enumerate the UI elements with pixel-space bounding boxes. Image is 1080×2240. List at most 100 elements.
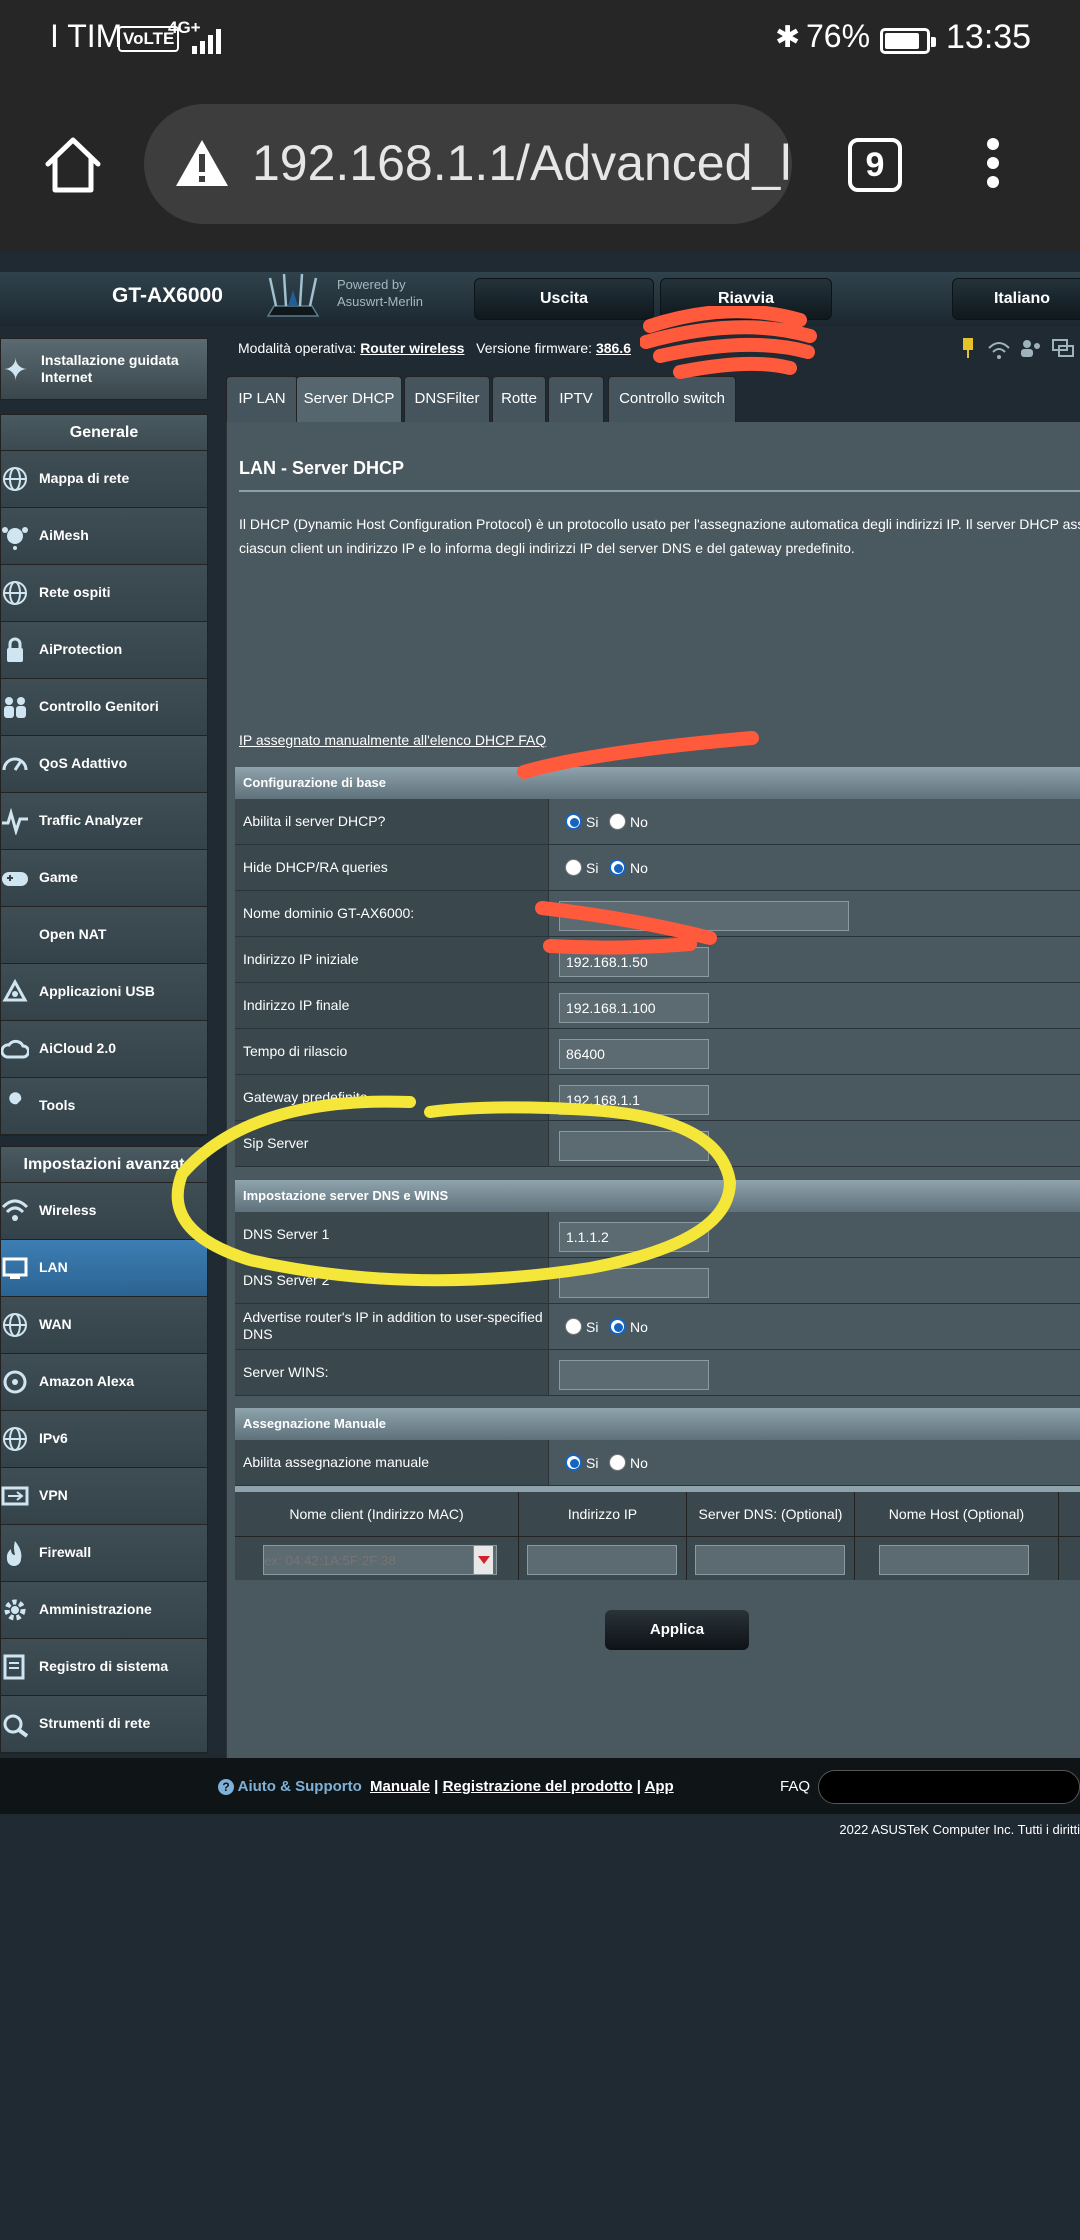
- radio-si[interactable]: Si: [565, 1454, 598, 1471]
- manual-link[interactable]: Manuale: [370, 1778, 430, 1795]
- bluetooth-icon: ✱: [775, 21, 801, 54]
- radio-button[interactable]: [609, 813, 626, 830]
- sidebar-item-open-nat[interactable]: Open NAT: [1, 907, 207, 964]
- browser-toolbar: 192.168.1.1/Advanced_l 9: [0, 82, 1080, 252]
- faq-search-input[interactable]: [818, 1770, 1080, 1804]
- field-value: Si No: [549, 1304, 1080, 1349]
- sidebar-item-traffic-analyzer[interactable]: Traffic Analyzer: [1, 793, 207, 850]
- page-description: Il DHCP (Dynamic Host Configuration Prot…: [239, 516, 1080, 556]
- radio-no[interactable]: No: [609, 859, 648, 876]
- client-ip-input[interactable]: [527, 1545, 677, 1575]
- field-label: Advertise router's IP in addition to use…: [235, 1304, 549, 1349]
- field-value: Si No: [549, 799, 1080, 844]
- more-options-icon[interactable]: [985, 138, 1001, 194]
- tab-ip-lan[interactable]: IP LAN: [226, 376, 298, 422]
- radio-button[interactable]: [565, 813, 582, 830]
- sidebar-item-game[interactable]: Game: [1, 850, 207, 907]
- sidebar-item-aiprotection[interactable]: AiProtection: [1, 622, 207, 679]
- radio-label: Si: [586, 859, 599, 876]
- sidebar-item-strumenti-di-rete[interactable]: Strumenti di rete: [1, 1696, 207, 1753]
- registration-link[interactable]: Registrazione del prodotto: [443, 1778, 633, 1795]
- radio-no[interactable]: No: [609, 1318, 648, 1335]
- sidebar-item-firewall[interactable]: Firewall: [1, 1525, 207, 1582]
- sidebar-item-ipv6[interactable]: IPv6: [1, 1411, 207, 1468]
- sidebar-item-label: AiProtection: [39, 641, 123, 657]
- radio-no[interactable]: No: [609, 813, 648, 830]
- form-row: Advertise router's IP in addition to use…: [235, 1304, 1080, 1350]
- sidebar-item-label: Tools: [39, 1097, 76, 1113]
- sidebar-item-vpn[interactable]: VPN: [1, 1468, 207, 1525]
- sidebar-item-qos-adattivo[interactable]: QoS Adattivo: [1, 736, 207, 793]
- sidebar-item-aimesh[interactable]: AiMesh: [1, 508, 207, 565]
- client-hostname-input[interactable]: [879, 1545, 1029, 1575]
- radio-button[interactable]: [565, 1454, 582, 1471]
- sidebar-item-rete-ospiti[interactable]: Rete ospiti: [1, 565, 207, 622]
- sidebar-item-label: Game: [39, 869, 78, 885]
- sidebar-item-aicloud-2-0[interactable]: AiCloud 2.0: [1, 1021, 207, 1078]
- home-icon[interactable]: [42, 134, 104, 196]
- signal-icon: [192, 46, 197, 54]
- sidebar-item-label: Applicazioni USB: [39, 983, 155, 999]
- lan-icon: [2, 1257, 28, 1279]
- faq-link[interactable]: IP assegnato manualmente all'elenco DHCP…: [239, 732, 546, 748]
- radio-si[interactable]: Si: [565, 859, 598, 876]
- warning-icon[interactable]: [174, 136, 230, 192]
- sidebar-item-amazon-alexa[interactable]: Amazon Alexa: [1, 1354, 207, 1411]
- form-row: Server WINS:: [235, 1350, 1080, 1396]
- radio-si[interactable]: Si: [565, 813, 598, 830]
- tab-dnsfilter[interactable]: DNSFilter: [404, 376, 490, 422]
- firmware-link[interactable]: 386.6: [596, 340, 631, 356]
- sidebar-general: Generale Mappa di rete AiMesh Rete ospiti A…: [0, 414, 208, 1136]
- sidebar-item-registro-di-sistema[interactable]: Registro di sistema: [1, 1639, 207, 1696]
- tab-rotte[interactable]: Rotte: [492, 376, 546, 422]
- radio-button[interactable]: [565, 1318, 582, 1335]
- url-bar[interactable]: 192.168.1.1/Advanced_l: [144, 104, 792, 224]
- cloud-icon: [1, 1039, 29, 1059]
- field-label: Hide DHCP/RA queries: [235, 845, 549, 890]
- url-text[interactable]: 192.168.1.1/Advanced_l: [252, 134, 791, 192]
- text-input[interactable]: [559, 1360, 709, 1390]
- dropdown-arrow-icon[interactable]: [473, 1546, 493, 1574]
- logout-button[interactable]: Uscita: [474, 278, 654, 320]
- sidebar-item-applicazioni-usb[interactable]: Applicazioni USB: [1, 964, 207, 1021]
- redaction-scribble: [535, 901, 717, 955]
- sidebar-item-qis[interactable]: ✦ Installazione guidata Internet: [0, 338, 208, 400]
- client-mac-select[interactable]: [263, 1545, 497, 1575]
- radio-si[interactable]: Si: [565, 1318, 598, 1335]
- help-support[interactable]: ? Aiuto & Supporto: [218, 1778, 362, 1795]
- tab-switcher-button[interactable]: 9: [848, 138, 902, 192]
- radio-no[interactable]: No: [609, 1454, 648, 1471]
- wifi-icon: [1, 1199, 29, 1221]
- sidebar-item-wan[interactable]: WAN: [1, 1297, 207, 1354]
- radio-button[interactable]: [609, 1454, 626, 1471]
- client-dns-input[interactable]: [695, 1545, 845, 1575]
- table-cell: [687, 1536, 855, 1580]
- tab-iptv[interactable]: IPTV: [548, 376, 604, 422]
- app-link[interactable]: App: [645, 1778, 674, 1795]
- apply-button[interactable]: Applica: [605, 1610, 749, 1650]
- tab-server-dhcp[interactable]: Server DHCP: [296, 376, 402, 422]
- pulse-icon: [2, 807, 28, 835]
- sidebar-item-controllo-genitori[interactable]: Controllo Genitori: [1, 679, 207, 736]
- field-value: [549, 1350, 1080, 1395]
- radio-button[interactable]: [609, 1318, 626, 1335]
- sidebar-item-mappa-di-rete[interactable]: Mappa di rete: [1, 451, 207, 508]
- form-row: Abilita il server DHCP? Si No: [235, 799, 1080, 845]
- info-bar: Modalità operativa: Router wireless Vers…: [238, 340, 631, 356]
- sidebar-item-label: Traffic Analyzer: [39, 812, 143, 828]
- globe-icon: [3, 467, 27, 491]
- text-input[interactable]: [559, 1039, 709, 1069]
- radio-button[interactable]: [565, 859, 582, 876]
- radio-button[interactable]: [609, 859, 626, 876]
- text-input[interactable]: [559, 993, 709, 1023]
- sidebar-item-amministrazione[interactable]: Amministrazione: [1, 1582, 207, 1639]
- sidebar-item-label: IPv6: [39, 1430, 68, 1446]
- mode-link[interactable]: Router wireless: [360, 340, 464, 356]
- firmware-brand: Asuswrt-Merlin: [337, 294, 423, 309]
- sidebar-item-label: Controllo Genitori: [39, 698, 159, 714]
- language-button[interactable]: Italiano: [952, 278, 1080, 320]
- sidebar-item-label: Registro di sistema: [39, 1658, 169, 1674]
- field-label: Tempo di rilascio: [235, 1029, 549, 1074]
- firmware-label: Versione firmware:: [476, 340, 593, 356]
- gauge-icon: [2, 757, 28, 771]
